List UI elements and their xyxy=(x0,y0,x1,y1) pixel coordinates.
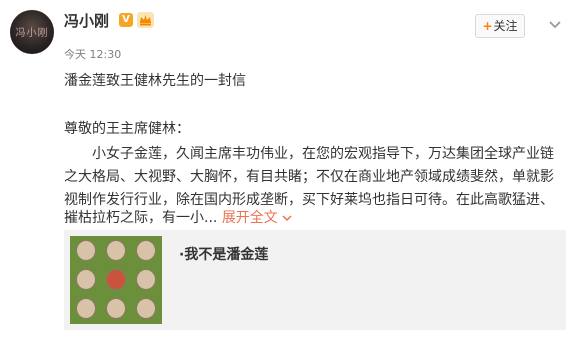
poster-face xyxy=(76,269,96,290)
poster-face xyxy=(136,269,156,290)
poster-face xyxy=(106,269,126,290)
poster-face xyxy=(106,298,126,319)
follow-label: 关注 xyxy=(493,19,518,33)
chevron-down-icon xyxy=(282,215,292,222)
post-headline: 潘金莲致王健林先生的一封信 xyxy=(64,73,246,89)
expand-full-text-link[interactable]: 展开全文 xyxy=(222,210,292,226)
expand-label: 展开全文 xyxy=(221,210,278,226)
movie-poster-image xyxy=(70,236,162,324)
avatar-text: 冯小刚 xyxy=(15,28,49,39)
poster-face xyxy=(76,240,96,261)
movie-card[interactable]: ·我不是潘金莲 xyxy=(64,230,566,330)
poster-face xyxy=(136,298,156,319)
post-salutation: 尊敬的王主席健林： xyxy=(64,121,190,137)
poster-face xyxy=(76,298,96,319)
chevron-down-icon[interactable] xyxy=(548,20,562,30)
plus-icon: + xyxy=(482,19,493,33)
post-time[interactable]: 今天 12:30 xyxy=(64,46,121,62)
member-crown-icon xyxy=(137,12,154,28)
poster-face xyxy=(136,240,156,261)
movie-card-title[interactable]: ·我不是潘金莲 xyxy=(179,244,268,264)
post-body-line: 视制作发行行业，除在国内形成垄断，买下好莱坞也指日可待。在此高歌猛进、 xyxy=(64,192,554,208)
poster-face xyxy=(106,240,126,261)
avatar[interactable]: 冯小刚 xyxy=(10,10,54,54)
post-body-line: 之大格局、大视野、大胸怀，有目共睹；不仅在商业地产领域成绩斐然，单就影 xyxy=(64,169,554,185)
post-body-line: 小女子金莲，久闻主席丰功伟业，在您的宏观指导下，万达集团全球产业链 xyxy=(92,146,554,162)
post-body-text: 摧枯拉朽之际，有一小... xyxy=(64,210,218,226)
user-name[interactable]: 冯小刚 xyxy=(64,10,109,31)
verified-badge-icon: V xyxy=(119,13,133,27)
post-body-line-last: 摧枯拉朽之际，有一小... 展开全文 xyxy=(64,207,292,227)
follow-button[interactable]: +关注 xyxy=(475,14,525,38)
